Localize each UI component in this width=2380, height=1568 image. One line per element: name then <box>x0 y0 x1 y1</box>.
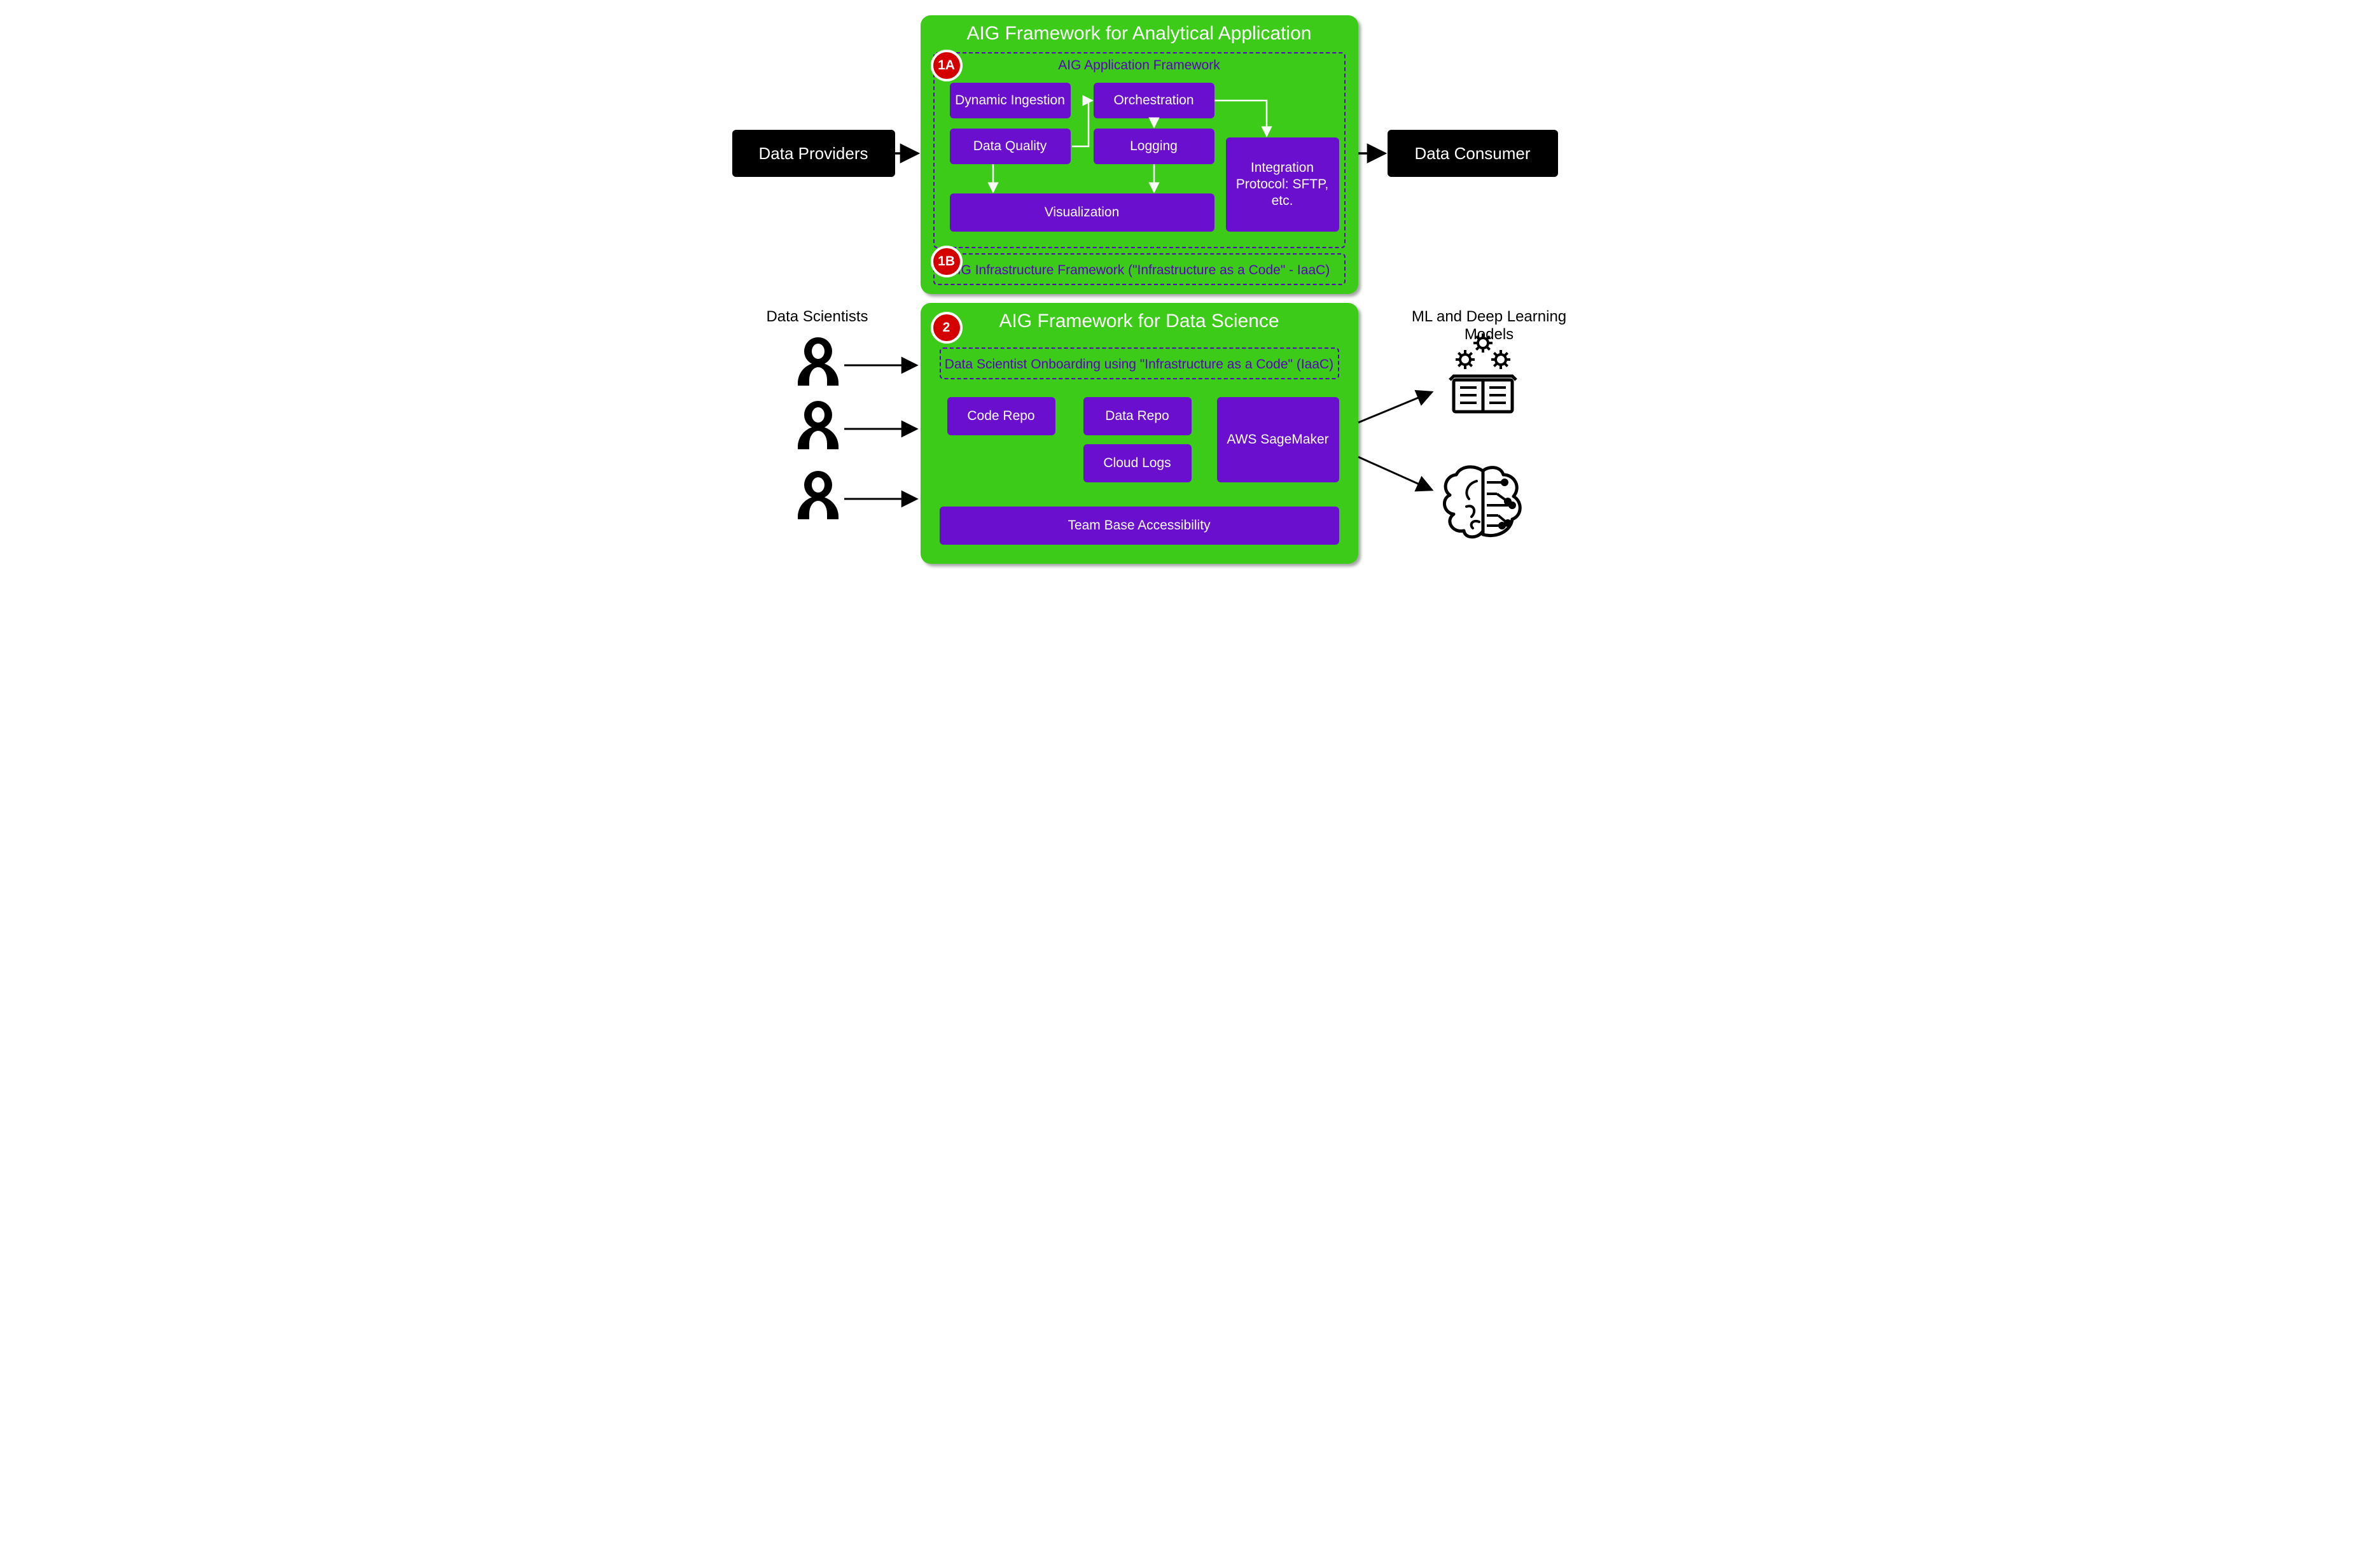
dynamic-ingestion-box: Dynamic Ingestion <box>950 83 1071 118</box>
datascience-panel: AIG Framework for Data Science 2 Data Sc… <box>921 303 1358 564</box>
data-quality-box: Data Quality <box>950 129 1071 164</box>
analytical-panel: AIG Framework for Analytical Application… <box>921 15 1358 294</box>
models-label: ML and Deep Learning Models <box>1394 308 1585 344</box>
datascience-panel-title: AIG Framework for Data Science <box>921 309 1358 333</box>
data-providers-label: Data Providers <box>759 143 868 164</box>
sagemaker-box: AWS SageMaker <box>1217 397 1339 482</box>
orchestration-box: Orchestration <box>1094 83 1214 118</box>
infra-framework-frame: AIG Infrastructure Framework ("Infrastru… <box>933 253 1346 285</box>
arrow-ds-to-brain <box>1358 457 1432 490</box>
data-repo-box: Data Repo <box>1083 397 1192 435</box>
data-consumer-box: Data Consumer <box>1388 130 1558 177</box>
onboarding-frame: Data Scientist Onboarding using "Infrast… <box>940 347 1339 379</box>
infra-framework-label: AIG Infrastructure Framework ("Infrastru… <box>935 262 1344 279</box>
logging-box: Logging <box>1094 129 1214 164</box>
diagram-canvas: Data Providers Data Scientists Data Cons… <box>713 0 1667 629</box>
cloud-logs-box: Cloud Logs <box>1083 444 1192 482</box>
integration-box: Integration Protocol: SFTP, etc. <box>1226 137 1339 232</box>
team-base-box: Team Base Accessibility <box>940 507 1339 545</box>
data-providers-box: Data Providers <box>732 130 895 177</box>
onboarding-label: Data Scientist Onboarding using "Infrast… <box>941 356 1338 373</box>
data-consumer-label: Data Consumer <box>1414 143 1530 164</box>
brain-icon <box>1444 467 1520 537</box>
visualization-box: Visualization <box>950 193 1214 232</box>
badge-1a: 1A <box>931 50 963 81</box>
badge-2: 2 <box>931 312 963 344</box>
app-framework-label: AIG Application Framework <box>935 57 1344 74</box>
arrow-ds-to-gears <box>1358 392 1432 423</box>
code-repo-box: Code Repo <box>947 397 1055 435</box>
gears-book-icon <box>1450 333 1516 412</box>
data-scientists-label: Data Scientists <box>754 308 881 326</box>
analytical-panel-title: AIG Framework for Analytical Application <box>921 22 1358 46</box>
person-icon <box>798 337 839 519</box>
badge-1b: 1B <box>931 246 963 277</box>
